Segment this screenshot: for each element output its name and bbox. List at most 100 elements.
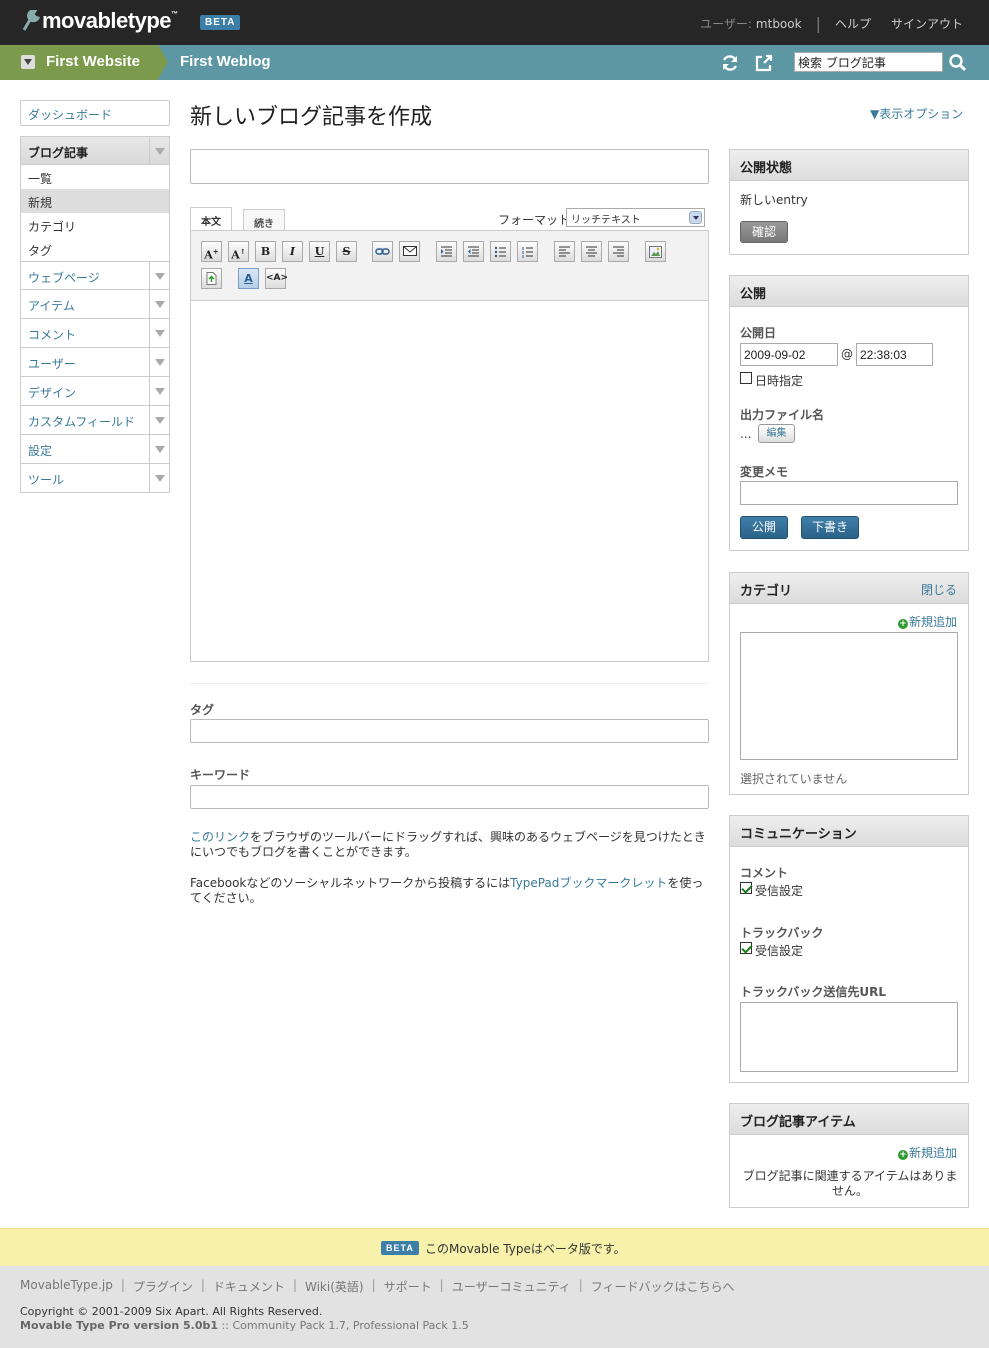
publish-button[interactable]: 公開 xyxy=(740,516,788,539)
accept-trackbacks-checkbox[interactable] xyxy=(740,942,752,954)
sidebar-item-design[interactable]: デザイン xyxy=(20,377,170,406)
indent-icon[interactable] xyxy=(436,241,457,262)
publish-date-input[interactable] xyxy=(740,343,838,366)
chevron-down-icon[interactable] xyxy=(149,406,169,434)
save-draft-button[interactable]: 下書き xyxy=(801,516,859,539)
chevron-down-icon[interactable] xyxy=(149,348,169,376)
website-name[interactable]: First Website xyxy=(46,53,140,70)
unordered-list-icon[interactable] xyxy=(490,241,511,262)
chevron-down-icon[interactable] xyxy=(149,377,169,405)
tab-body[interactable]: 本文 xyxy=(190,207,232,231)
outdent-icon[interactable] xyxy=(463,241,484,262)
font-size-increase-icon[interactable]: A+ xyxy=(201,241,222,262)
footer-link-plugins[interactable]: プラグイン xyxy=(133,1278,193,1295)
submenu-item-list[interactable]: 一覧 xyxy=(21,165,169,189)
format-select[interactable]: リッチテキスト xyxy=(566,208,705,227)
editor-body[interactable] xyxy=(191,302,708,661)
accept-comments-checkbox[interactable] xyxy=(740,882,752,894)
sidebar-item-webpages[interactable]: ウェブページ xyxy=(20,261,170,290)
logo-tm: ™ xyxy=(171,11,178,18)
sidebar-item-tools[interactable]: ツール xyxy=(20,464,170,493)
tags-input[interactable] xyxy=(190,719,709,743)
footer-link-wiki[interactable]: Wiki(英語) xyxy=(305,1278,364,1295)
sidebar-item-assets[interactable]: アイテム xyxy=(20,290,170,319)
widget-title: 公開 xyxy=(740,287,767,302)
trackback-url-input[interactable] xyxy=(740,1002,958,1072)
strikethrough-icon[interactable]: S xyxy=(336,241,357,262)
submenu-item-tags[interactable]: タグ xyxy=(21,237,169,261)
add-category-link[interactable]: + 新規追加 xyxy=(897,613,957,630)
bookmarklet-link[interactable]: このリンク xyxy=(190,830,250,844)
tab-more[interactable]: 続き xyxy=(243,209,285,231)
footer-link-movabletype[interactable]: MovableType.jp xyxy=(20,1278,113,1295)
signout-link[interactable]: サインアウト xyxy=(891,15,963,32)
chevron-down-icon[interactable] xyxy=(149,319,169,347)
help-link[interactable]: ヘルプ xyxy=(835,15,871,32)
view-site-icon[interactable] xyxy=(754,53,774,73)
sidebar-item-custom-fields[interactable]: カスタムフィールド xyxy=(20,406,170,435)
link-icon[interactable] xyxy=(372,241,393,262)
chevron-down-icon[interactable] xyxy=(21,55,35,69)
footer-link-feedback[interactable]: フィードバックはこちらへ xyxy=(591,1278,735,1295)
text-color-icon[interactable]: A xyxy=(238,268,259,289)
chevron-down-icon[interactable] xyxy=(149,464,169,492)
underline-icon[interactable]: U xyxy=(309,241,330,262)
search-input[interactable] xyxy=(794,52,943,72)
italic-icon[interactable]: I xyxy=(282,241,303,262)
align-right-icon[interactable] xyxy=(608,241,629,262)
revision-memo-input[interactable] xyxy=(740,481,958,505)
refresh-icon[interactable] xyxy=(720,53,740,73)
category-list[interactable] xyxy=(740,632,958,760)
align-center-icon[interactable] xyxy=(581,241,602,262)
align-left-icon[interactable] xyxy=(554,241,575,262)
status-widget: 公開状態 新しいentry 確認 xyxy=(729,149,969,255)
widget-title: 公開状態 xyxy=(740,161,793,176)
link-separator: | xyxy=(120,1278,125,1292)
sidebar-item-entries[interactable]: ブログ記事 xyxy=(20,136,170,165)
publish-date-label: 公開日 xyxy=(740,326,777,340)
chevron-down-icon[interactable] xyxy=(149,435,169,463)
chevron-down-icon[interactable] xyxy=(149,290,169,318)
add-asset-link[interactable]: + 新規追加 xyxy=(897,1144,957,1161)
chevron-down-icon[interactable] xyxy=(149,137,169,164)
font-size-decrease-icon[interactable]: A↑ xyxy=(228,241,249,262)
footer-link-community[interactable]: ユーザーコミュニティ xyxy=(452,1278,571,1295)
plus-icon: + xyxy=(897,1150,908,1160)
dashboard-link[interactable]: ダッシュボード xyxy=(20,100,170,126)
html-mode-icon[interactable]: <A> xyxy=(265,268,288,289)
insert-image-icon[interactable] xyxy=(645,241,666,262)
display-options-link[interactable]: ▼表示オプション xyxy=(870,105,963,122)
schedule-checkbox[interactable] xyxy=(740,372,752,384)
movabletype-logo[interactable]: movabletype™ xyxy=(22,8,178,34)
user-name-link[interactable]: mtbook xyxy=(756,17,802,31)
website-selector[interactable]: First Website xyxy=(0,45,158,80)
bold-icon[interactable]: B xyxy=(255,241,276,262)
blog-name[interactable]: First Weblog xyxy=(180,53,271,70)
submenu-item-new[interactable]: 新規 xyxy=(21,189,169,213)
keywords-input[interactable] xyxy=(190,785,709,809)
bookmarklet-help-text: をブラウザのツールバーにドラッグすれば、興味のあるウェブページを見つけたときにい… xyxy=(190,830,706,859)
submenu-item-categories[interactable]: カテゴリ xyxy=(21,213,169,237)
edit-filename-button[interactable]: 編集 xyxy=(758,424,795,443)
sidebar-item-settings[interactable]: 設定 xyxy=(20,435,170,464)
entry-title-input[interactable] xyxy=(190,149,709,184)
email-icon[interactable] xyxy=(399,241,420,262)
close-link[interactable]: 閉じる xyxy=(921,581,957,598)
search-icon[interactable] xyxy=(948,53,968,73)
widget-title: ブログ記事アイテム xyxy=(740,1115,856,1130)
publish-time-input[interactable] xyxy=(856,343,933,366)
ordered-list-icon[interactable] xyxy=(517,241,538,262)
footer-link-documents[interactable]: ドキュメント xyxy=(213,1278,285,1295)
insert-file-icon[interactable] xyxy=(201,268,222,289)
category-widget: カテゴリ 閉じる + 新規追加 選択されていません xyxy=(729,572,969,795)
chevron-down-icon[interactable] xyxy=(149,262,169,289)
link-separator: | xyxy=(292,1278,297,1292)
beta-notice-text: このMovable Typeはベータ版です。 xyxy=(425,1242,626,1256)
footer-link-support[interactable]: サポート xyxy=(384,1278,432,1295)
widget-header: 公開状態 xyxy=(730,150,968,181)
chevron-down-icon[interactable] xyxy=(689,211,702,224)
typepad-bookmarklet-link[interactable]: TypePadブックマークレット xyxy=(510,876,667,890)
sidebar-item-users[interactable]: ユーザー xyxy=(20,348,170,377)
preview-button[interactable]: 確認 xyxy=(740,221,788,243)
sidebar-item-comments[interactable]: コメント xyxy=(20,319,170,348)
